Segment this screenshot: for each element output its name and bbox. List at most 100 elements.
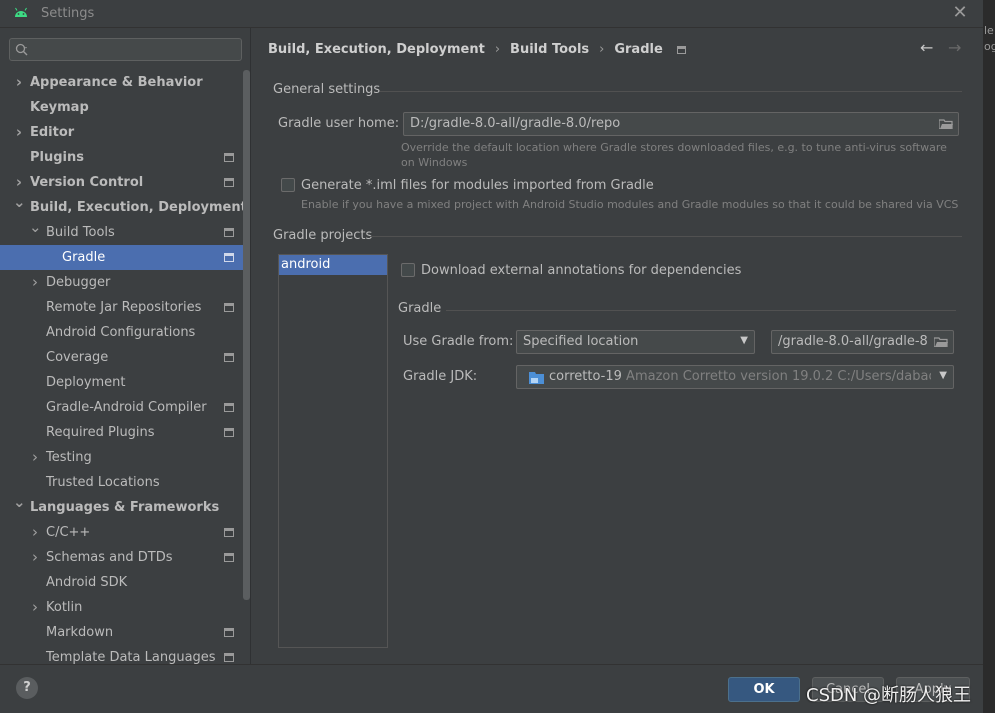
use-gradle-from-select[interactable]: Specified location ▼ xyxy=(516,330,755,354)
section-divider xyxy=(370,236,962,237)
sidebar-item-label: Version Control xyxy=(30,175,144,190)
title-bar: Settings ✕ xyxy=(0,0,983,28)
chevron-down-icon[interactable]: ⌄ xyxy=(13,190,26,215)
gradle-user-home-hint: Override the default location where Grad… xyxy=(401,141,947,169)
project-level-icon xyxy=(224,653,234,662)
sidebar-item-label: Gradle-Android Compiler xyxy=(46,400,207,415)
sidebar-item-remote-jar-repositories[interactable]: Remote Jar Repositories xyxy=(0,295,243,320)
sidebar-item-template-data-languages[interactable]: Template Data Languages xyxy=(0,645,243,664)
chevron-down-icon[interactable]: ⌄ xyxy=(29,215,42,240)
sidebar-item-editor[interactable]: › Editor xyxy=(0,120,243,145)
sidebar-item-android-sdk[interactable]: Android SDK xyxy=(0,570,243,595)
folder-icon[interactable] xyxy=(939,119,953,129)
gradle-location-field[interactable]: /gradle-8.0-all/gradle-8.0 xyxy=(771,330,954,354)
gradle-user-home-label: Gradle user home: xyxy=(278,116,400,131)
close-button[interactable]: ✕ xyxy=(950,3,970,23)
gradle-projects-title: Gradle projects xyxy=(273,228,373,243)
chevron-right-icon[interactable]: › xyxy=(29,520,41,545)
ok-button[interactable]: OK xyxy=(728,677,800,702)
sidebar-item-label: Testing xyxy=(46,450,92,465)
use-gradle-from-value: Specified location xyxy=(523,334,639,349)
gradle-projects-list[interactable]: android xyxy=(278,254,388,648)
sidebar-item-label: Kotlin xyxy=(46,600,83,615)
sidebar-item-label: Deployment xyxy=(46,375,126,390)
background-window-edge: le og xyxy=(983,0,995,713)
download-annotations-label[interactable]: Download external annotations for depend… xyxy=(421,263,741,278)
chevron-down-icon: ▼ xyxy=(939,370,947,381)
project-level-icon xyxy=(224,353,234,362)
gradle-settings-panel: Build, Execution, Deployment › Build Tools… xyxy=(252,28,983,664)
chevron-right-icon[interactable]: › xyxy=(29,595,41,620)
folder-icon[interactable] xyxy=(934,337,948,347)
settings-sidebar: › Appearance & Behavior Keymap › Editor Plugi… xyxy=(0,28,251,664)
sidebar-item-languages-frameworks[interactable]: ⌄ Languages & Frameworks xyxy=(0,493,243,520)
chevron-right-icon[interactable]: › xyxy=(29,445,41,470)
settings-window: Settings ✕ › Appearance & Behavior Keymap ›… xyxy=(0,0,983,713)
use-gradle-from-label: Use Gradle from: xyxy=(403,334,514,349)
sidebar-item-deployment[interactable]: Deployment xyxy=(0,370,243,395)
sidebar-item-version-control[interactable]: › Version Control xyxy=(0,170,243,195)
sidebar-item-required-plugins[interactable]: Required Plugins xyxy=(0,420,243,445)
gradle-section-title: Gradle xyxy=(398,301,442,316)
sidebar-item-keymap[interactable]: Keymap xyxy=(0,95,243,120)
help-button[interactable]: ? xyxy=(16,677,38,699)
forward-arrow-icon[interactable]: → xyxy=(948,38,961,57)
sidebar-item-label: Keymap xyxy=(30,100,89,115)
sidebar-item-label: Android Configurations xyxy=(46,325,196,340)
sidebar-item-label: Build, Execution, Deployment xyxy=(30,200,247,215)
sidebar-item-c-c[interactable]: › C/C++ xyxy=(0,520,243,545)
chevron-down-icon[interactable]: ⌄ xyxy=(13,490,26,515)
breadcrumb-separator-icon: › xyxy=(494,42,501,57)
sidebar-item-trusted-locations[interactable]: Trusted Locations xyxy=(0,470,243,495)
sidebar-item-label: Remote Jar Repositories xyxy=(46,300,202,315)
project-level-icon xyxy=(224,553,234,562)
chevron-down-icon: ▼ xyxy=(740,335,748,346)
chevron-right-icon[interactable]: › xyxy=(29,545,41,570)
gradle-jdk-select[interactable]: corretto-19 Amazon Corretto version 19.0… xyxy=(516,365,954,389)
project-item-android[interactable]: android xyxy=(279,255,387,275)
gradle-jdk-label: Gradle JDK: xyxy=(403,369,478,384)
sidebar-item-gradle[interactable]: Gradle xyxy=(0,245,243,270)
android-icon xyxy=(15,7,27,17)
sidebar-item-label: Editor xyxy=(30,125,75,140)
chevron-right-icon[interactable]: › xyxy=(13,70,25,95)
sidebar-item-plugins[interactable]: Plugins xyxy=(0,145,243,170)
sidebar-item-label: Schemas and DTDs xyxy=(46,550,173,565)
sidebar-item-kotlin[interactable]: › Kotlin xyxy=(0,595,243,620)
generate-iml-label[interactable]: Generate *.iml files for modules importe… xyxy=(301,178,654,193)
gradle-jdk-value: corretto-19 Amazon Corretto version 19.0… xyxy=(549,369,931,384)
sidebar-item-markdown[interactable]: Markdown xyxy=(0,620,243,645)
sidebar-item-coverage[interactable]: Coverage xyxy=(0,345,243,370)
jdk-detail: Amazon Corretto version 19.0.2 C:/Users/… xyxy=(626,369,931,384)
sidebar-item-debugger[interactable]: › Debugger xyxy=(0,270,243,295)
download-annotations-checkbox[interactable] xyxy=(401,263,415,277)
back-arrow-icon[interactable]: ← xyxy=(920,38,933,57)
sidebar-item-label: Markdown xyxy=(46,625,114,640)
chevron-right-icon[interactable]: › xyxy=(29,270,41,295)
search-input[interactable] xyxy=(34,41,234,58)
sidebar-item-gradle-android-compiler[interactable]: Gradle-Android Compiler xyxy=(0,395,243,420)
breadcrumb-item[interactable]: Build Tools xyxy=(510,42,589,57)
generate-iml-checkbox[interactable] xyxy=(281,178,295,192)
project-level-icon xyxy=(224,428,234,437)
sidebar-item-testing[interactable]: › Testing xyxy=(0,445,243,470)
gradle-user-home-value: D:/gradle-8.0-all/gradle-8.0/repo xyxy=(410,116,621,131)
chevron-right-icon[interactable]: › xyxy=(13,120,25,145)
background-text: le xyxy=(984,24,994,37)
sidebar-item-label: Gradle xyxy=(62,250,106,265)
sidebar-item-label: Trusted Locations xyxy=(46,475,160,490)
breadcrumb-item[interactable]: Build, Execution, Deployment xyxy=(268,42,485,57)
gradle-user-home-field[interactable]: D:/gradle-8.0-all/gradle-8.0/repo xyxy=(403,112,959,136)
window-title: Settings xyxy=(41,6,95,21)
breadcrumb: Build, Execution, Deployment › Build Tools… xyxy=(268,42,686,60)
section-divider xyxy=(446,310,956,311)
sidebar-item-build-tools[interactable]: ⌄ Build Tools xyxy=(0,218,243,245)
sidebar-item-schemas-and-dtds[interactable]: › Schemas and DTDs xyxy=(0,545,243,570)
generate-iml-hint: Enable if you have a mixed project with … xyxy=(301,198,959,211)
sidebar-item-android-configurations[interactable]: Android Configurations xyxy=(0,320,243,345)
sidebar-scrollbar[interactable] xyxy=(243,70,250,600)
sidebar-item-appearance-behavior[interactable]: › Appearance & Behavior xyxy=(0,70,243,95)
sidebar-item-label: Debugger xyxy=(46,275,111,290)
search-box[interactable] xyxy=(9,38,242,61)
project-level-icon xyxy=(224,178,234,187)
